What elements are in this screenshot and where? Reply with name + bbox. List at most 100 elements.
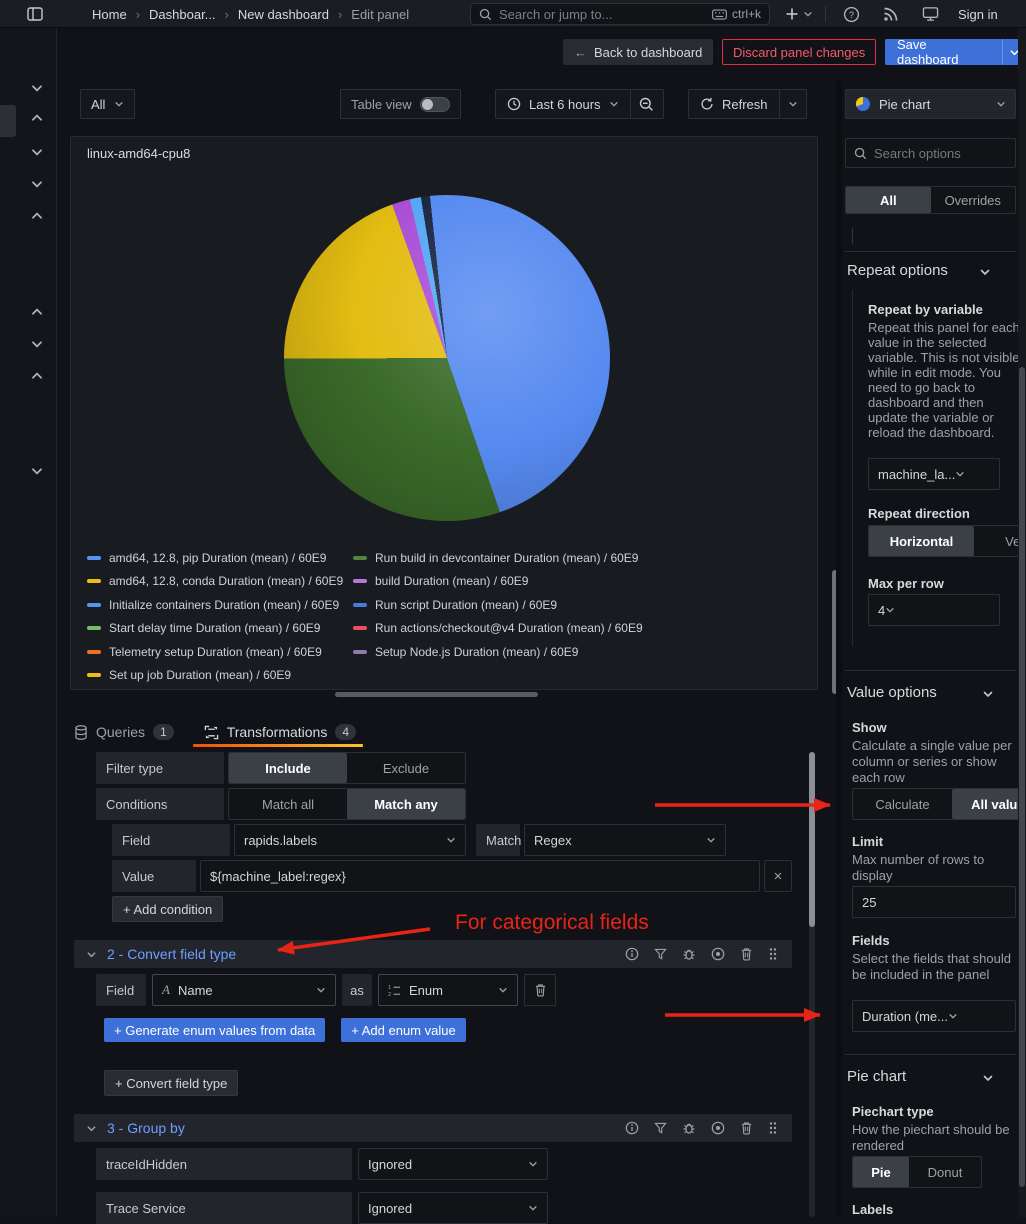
add-enum-value-button[interactable]: + Add enum value bbox=[341, 1018, 465, 1042]
chevron-down-icon[interactable] bbox=[30, 464, 44, 478]
legend-item[interactable]: Run actions/checkout@v4 Duration (mean) … bbox=[353, 617, 643, 641]
trash-icon[interactable] bbox=[740, 1121, 753, 1135]
match-any-option[interactable]: Match any bbox=[347, 789, 465, 819]
chevron-up-icon[interactable] bbox=[30, 209, 44, 223]
chevron-up-icon[interactable] bbox=[30, 111, 44, 125]
transformation-title[interactable]: 3 - Group by bbox=[107, 1120, 185, 1136]
legend-item[interactable]: amd64, 12.8, pip Duration (mean) / 60E9 bbox=[87, 546, 353, 570]
exclude-option[interactable]: Exclude bbox=[347, 753, 465, 783]
pie-chart-options-header[interactable]: Pie chart bbox=[847, 1068, 906, 1085]
groupby-mode-select[interactable]: Ignored bbox=[358, 1148, 548, 1180]
legend-item[interactable]: Run script Duration (mean) / 60E9 bbox=[353, 593, 643, 617]
repeat-variable-select[interactable]: machine_la... bbox=[868, 458, 1000, 490]
breadcrumb-dashboards[interactable]: Dashboar... bbox=[149, 7, 216, 22]
calculate-option[interactable]: Calculate bbox=[853, 789, 952, 819]
legend-item[interactable]: Start delay time Duration (mean) / 60E9 bbox=[87, 617, 353, 641]
monitor-icon[interactable] bbox=[922, 6, 939, 22]
chevron-up-icon[interactable] bbox=[30, 369, 44, 383]
horizontal-scrollbar[interactable] bbox=[335, 692, 538, 697]
legend-swatch bbox=[87, 556, 101, 560]
discard-panel-changes-button[interactable]: Discard panel changes bbox=[722, 39, 876, 65]
convert-field-select[interactable]: A Name bbox=[152, 974, 336, 1006]
trash-icon[interactable] bbox=[740, 947, 753, 961]
tab-queries[interactable]: Queries 1 bbox=[74, 724, 174, 740]
filter-icon[interactable] bbox=[654, 1122, 667, 1135]
pie-option[interactable]: Pie bbox=[853, 1157, 909, 1187]
repeat-options-header[interactable]: Repeat options bbox=[847, 262, 948, 279]
visualization-name: Pie chart bbox=[879, 97, 930, 112]
bug-icon[interactable] bbox=[682, 1121, 696, 1135]
max-per-row-select[interactable]: 4 bbox=[868, 594, 1000, 626]
filter-icon[interactable] bbox=[654, 948, 667, 961]
groupby-mode-select[interactable]: Ignored bbox=[358, 1192, 548, 1224]
chevron-up-icon[interactable] bbox=[30, 305, 44, 319]
add-convert-field-type-button[interactable]: + Convert field type bbox=[104, 1070, 238, 1096]
zoom-out-time-button[interactable] bbox=[631, 90, 663, 118]
rss-icon[interactable] bbox=[883, 6, 899, 22]
help-icon[interactable]: ? bbox=[843, 6, 860, 23]
value-options-header[interactable]: Value options bbox=[847, 684, 937, 701]
eye-icon[interactable] bbox=[711, 947, 725, 961]
scrollbar-thumb[interactable] bbox=[809, 752, 815, 927]
chevron-down-icon[interactable] bbox=[30, 337, 44, 351]
all-values-option[interactable]: All values bbox=[952, 789, 1026, 819]
back-to-dashboard-button[interactable]: ← Back to dashboard bbox=[563, 39, 713, 65]
convert-type-select[interactable]: 12 Enum bbox=[378, 974, 518, 1006]
sign-in-button[interactable]: Sign in bbox=[958, 7, 998, 22]
chevron-down-icon[interactable] bbox=[982, 688, 994, 700]
generate-enum-values-button[interactable]: + Generate enum values from data bbox=[104, 1018, 325, 1042]
info-icon[interactable] bbox=[625, 1121, 639, 1135]
drag-handle-icon[interactable] bbox=[768, 947, 778, 961]
legend-item[interactable]: amd64, 12.8, conda Duration (mean) / 60E… bbox=[87, 570, 353, 594]
legend-item[interactable]: Initialize containers Duration (mean) / … bbox=[87, 593, 353, 617]
limit-input[interactable] bbox=[852, 886, 1016, 918]
match-all-option[interactable]: Match all bbox=[229, 789, 347, 819]
horizontal-option[interactable]: Horizontal bbox=[869, 526, 974, 556]
visualization-picker[interactable]: Pie chart bbox=[845, 89, 1016, 119]
add-condition-button[interactable]: + Add condition bbox=[112, 896, 223, 922]
legend-item[interactable]: Telemetry setup Duration (mean) / 60E9 bbox=[87, 640, 353, 664]
new-menu-button[interactable] bbox=[785, 7, 813, 21]
save-dashboard-button[interactable]: Save dashboard bbox=[885, 39, 1002, 65]
table-view-toggle[interactable] bbox=[420, 97, 450, 112]
chevron-down-icon[interactable] bbox=[30, 177, 44, 191]
global-search-input[interactable]: Search or jump to... ctrl+k bbox=[470, 3, 770, 25]
time-range-picker[interactable]: Last 6 hours bbox=[496, 90, 630, 118]
fields-select[interactable]: Duration (me... bbox=[852, 1000, 1016, 1032]
include-option[interactable]: Include bbox=[229, 753, 347, 783]
legend-item[interactable]: Setup Node.js Duration (mean) / 60E9 bbox=[353, 640, 643, 664]
refresh-button[interactable]: Refresh bbox=[689, 90, 779, 118]
chevron-down-icon[interactable] bbox=[86, 1123, 97, 1134]
info-icon[interactable] bbox=[625, 947, 639, 961]
options-tab-overrides[interactable]: Overrides bbox=[931, 187, 1016, 213]
match-select[interactable]: Regex bbox=[524, 824, 726, 856]
donut-option[interactable]: Donut bbox=[909, 1157, 981, 1187]
chevron-down-icon[interactable] bbox=[982, 1072, 994, 1084]
options-tab-all[interactable]: All bbox=[846, 187, 931, 213]
chevron-down-icon[interactable] bbox=[979, 266, 991, 278]
bug-icon[interactable] bbox=[682, 947, 696, 961]
legend-swatch bbox=[353, 626, 367, 630]
eye-icon[interactable] bbox=[711, 1121, 725, 1135]
breadcrumb-home[interactable]: Home bbox=[92, 7, 127, 22]
legend-item[interactable]: Set up job Duration (mean) / 60E9 bbox=[87, 664, 353, 688]
chevron-down-icon[interactable] bbox=[30, 145, 44, 159]
sidebar-toggle-icon[interactable] bbox=[26, 5, 44, 23]
options-search-input[interactable]: Search options bbox=[845, 138, 1016, 168]
scrollbar-thumb[interactable] bbox=[1019, 367, 1025, 1187]
chevron-down-icon[interactable] bbox=[30, 81, 44, 95]
breadcrumb-new-dashboard[interactable]: New dashboard bbox=[238, 7, 329, 22]
legend-item[interactable]: build Duration (mean) / 60E9 bbox=[353, 570, 643, 594]
tab-transformations[interactable]: Transformations 4 bbox=[204, 724, 356, 740]
chevron-down-icon[interactable] bbox=[86, 949, 97, 960]
panel-resizer[interactable] bbox=[836, 80, 842, 1217]
variable-all-dropdown[interactable]: All bbox=[80, 89, 135, 119]
transformation-title[interactable]: 2 - Convert field type bbox=[107, 946, 236, 962]
drag-handle-icon[interactable] bbox=[768, 1121, 778, 1135]
remove-condition-button[interactable]: × bbox=[764, 860, 792, 892]
refresh-interval-caret[interactable] bbox=[780, 90, 806, 118]
regex-value-input[interactable] bbox=[200, 860, 760, 892]
delete-conversion-button[interactable] bbox=[524, 974, 556, 1006]
legend-item[interactable]: Run build in devcontainer Duration (mean… bbox=[353, 546, 643, 570]
filter-field-select[interactable]: rapids.labels bbox=[234, 824, 466, 856]
